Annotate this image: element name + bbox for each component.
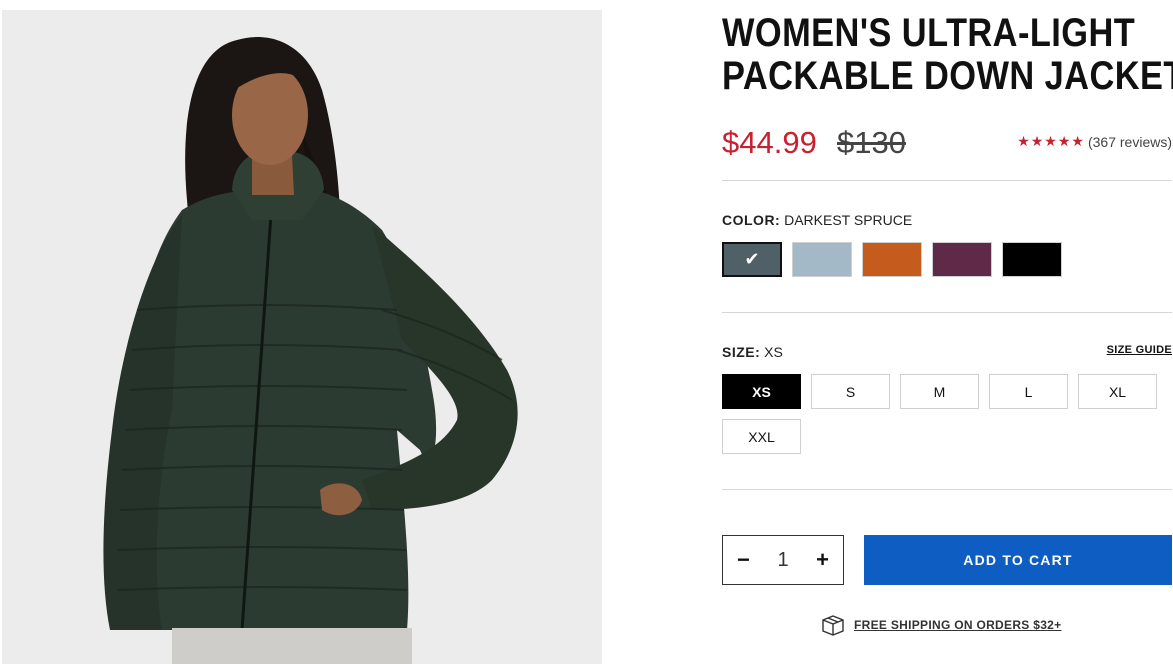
size-option-xl[interactable]: XL — [1078, 374, 1157, 409]
color-label: COLOR: — [722, 212, 781, 228]
quantity-stepper: − 1 + — [722, 535, 844, 585]
free-shipping-row[interactable]: FREE SHIPPING ON ORDERS $32+ — [820, 614, 1061, 636]
price-row: $44.99 $130 ★★★★★ (367 reviews) — [722, 125, 1172, 165]
product-title-line-1: WOMEN'S ULTRA-LIGHT — [722, 11, 1136, 55]
color-swatch-orange[interactable] — [862, 242, 922, 277]
model-jacket-photo — [2, 10, 602, 664]
selected-color-name: DARKEST SPRUCE — [784, 212, 913, 228]
add-to-cart-button[interactable]: ADD TO CART — [864, 535, 1172, 585]
product-title-line-2: PACKABLE DOWN JACKET — [722, 54, 1173, 98]
size-label: SIZE: — [722, 344, 761, 360]
divider — [722, 180, 1172, 181]
rating-summary[interactable]: ★★★★★ (367 reviews) — [1017, 133, 1172, 150]
product-image[interactable] — [2, 10, 602, 664]
size-option-xs[interactable]: XS — [722, 374, 801, 409]
quantity-value[interactable]: 1 — [777, 549, 788, 572]
increment-button[interactable]: + — [816, 549, 829, 571]
selected-size: XS — [764, 344, 783, 360]
size-option-m[interactable]: M — [900, 374, 979, 409]
size-label-row: SIZE: XS — [722, 344, 783, 360]
check-icon: ✔ — [744, 249, 760, 269]
original-price: $130 — [837, 125, 906, 160]
divider — [722, 312, 1172, 313]
size-guide-link[interactable]: SIZE GUIDE — [1107, 344, 1172, 356]
free-shipping-link[interactable]: FREE SHIPPING ON ORDERS $32+ — [854, 618, 1061, 632]
divider — [722, 489, 1172, 490]
color-swatches: ✔ — [722, 242, 1062, 277]
color-swatch-darkest-spruce[interactable]: ✔ — [722, 242, 782, 277]
size-options: XS S M L XL XXL — [722, 374, 1172, 454]
size-option-s[interactable]: S — [811, 374, 890, 409]
color-swatch-black[interactable] — [1002, 242, 1062, 277]
sale-price: $44.99 — [722, 125, 817, 160]
size-option-l[interactable]: L — [989, 374, 1068, 409]
star-rating-icon: ★★★★★ — [1017, 133, 1085, 149]
box-icon — [822, 615, 844, 636]
color-swatch-light-blue[interactable] — [792, 242, 852, 277]
size-option-xxl[interactable]: XXL — [722, 419, 801, 454]
review-count-link[interactable]: (367 reviews) — [1088, 134, 1172, 150]
color-swatch-plum[interactable] — [932, 242, 992, 277]
product-title: WOMEN'S ULTRA-LIGHT PACKABLE DOWN JACKET — [722, 11, 1173, 98]
decrement-button[interactable]: − — [737, 549, 750, 571]
color-label-row: COLOR: DARKEST SPRUCE — [722, 212, 912, 228]
